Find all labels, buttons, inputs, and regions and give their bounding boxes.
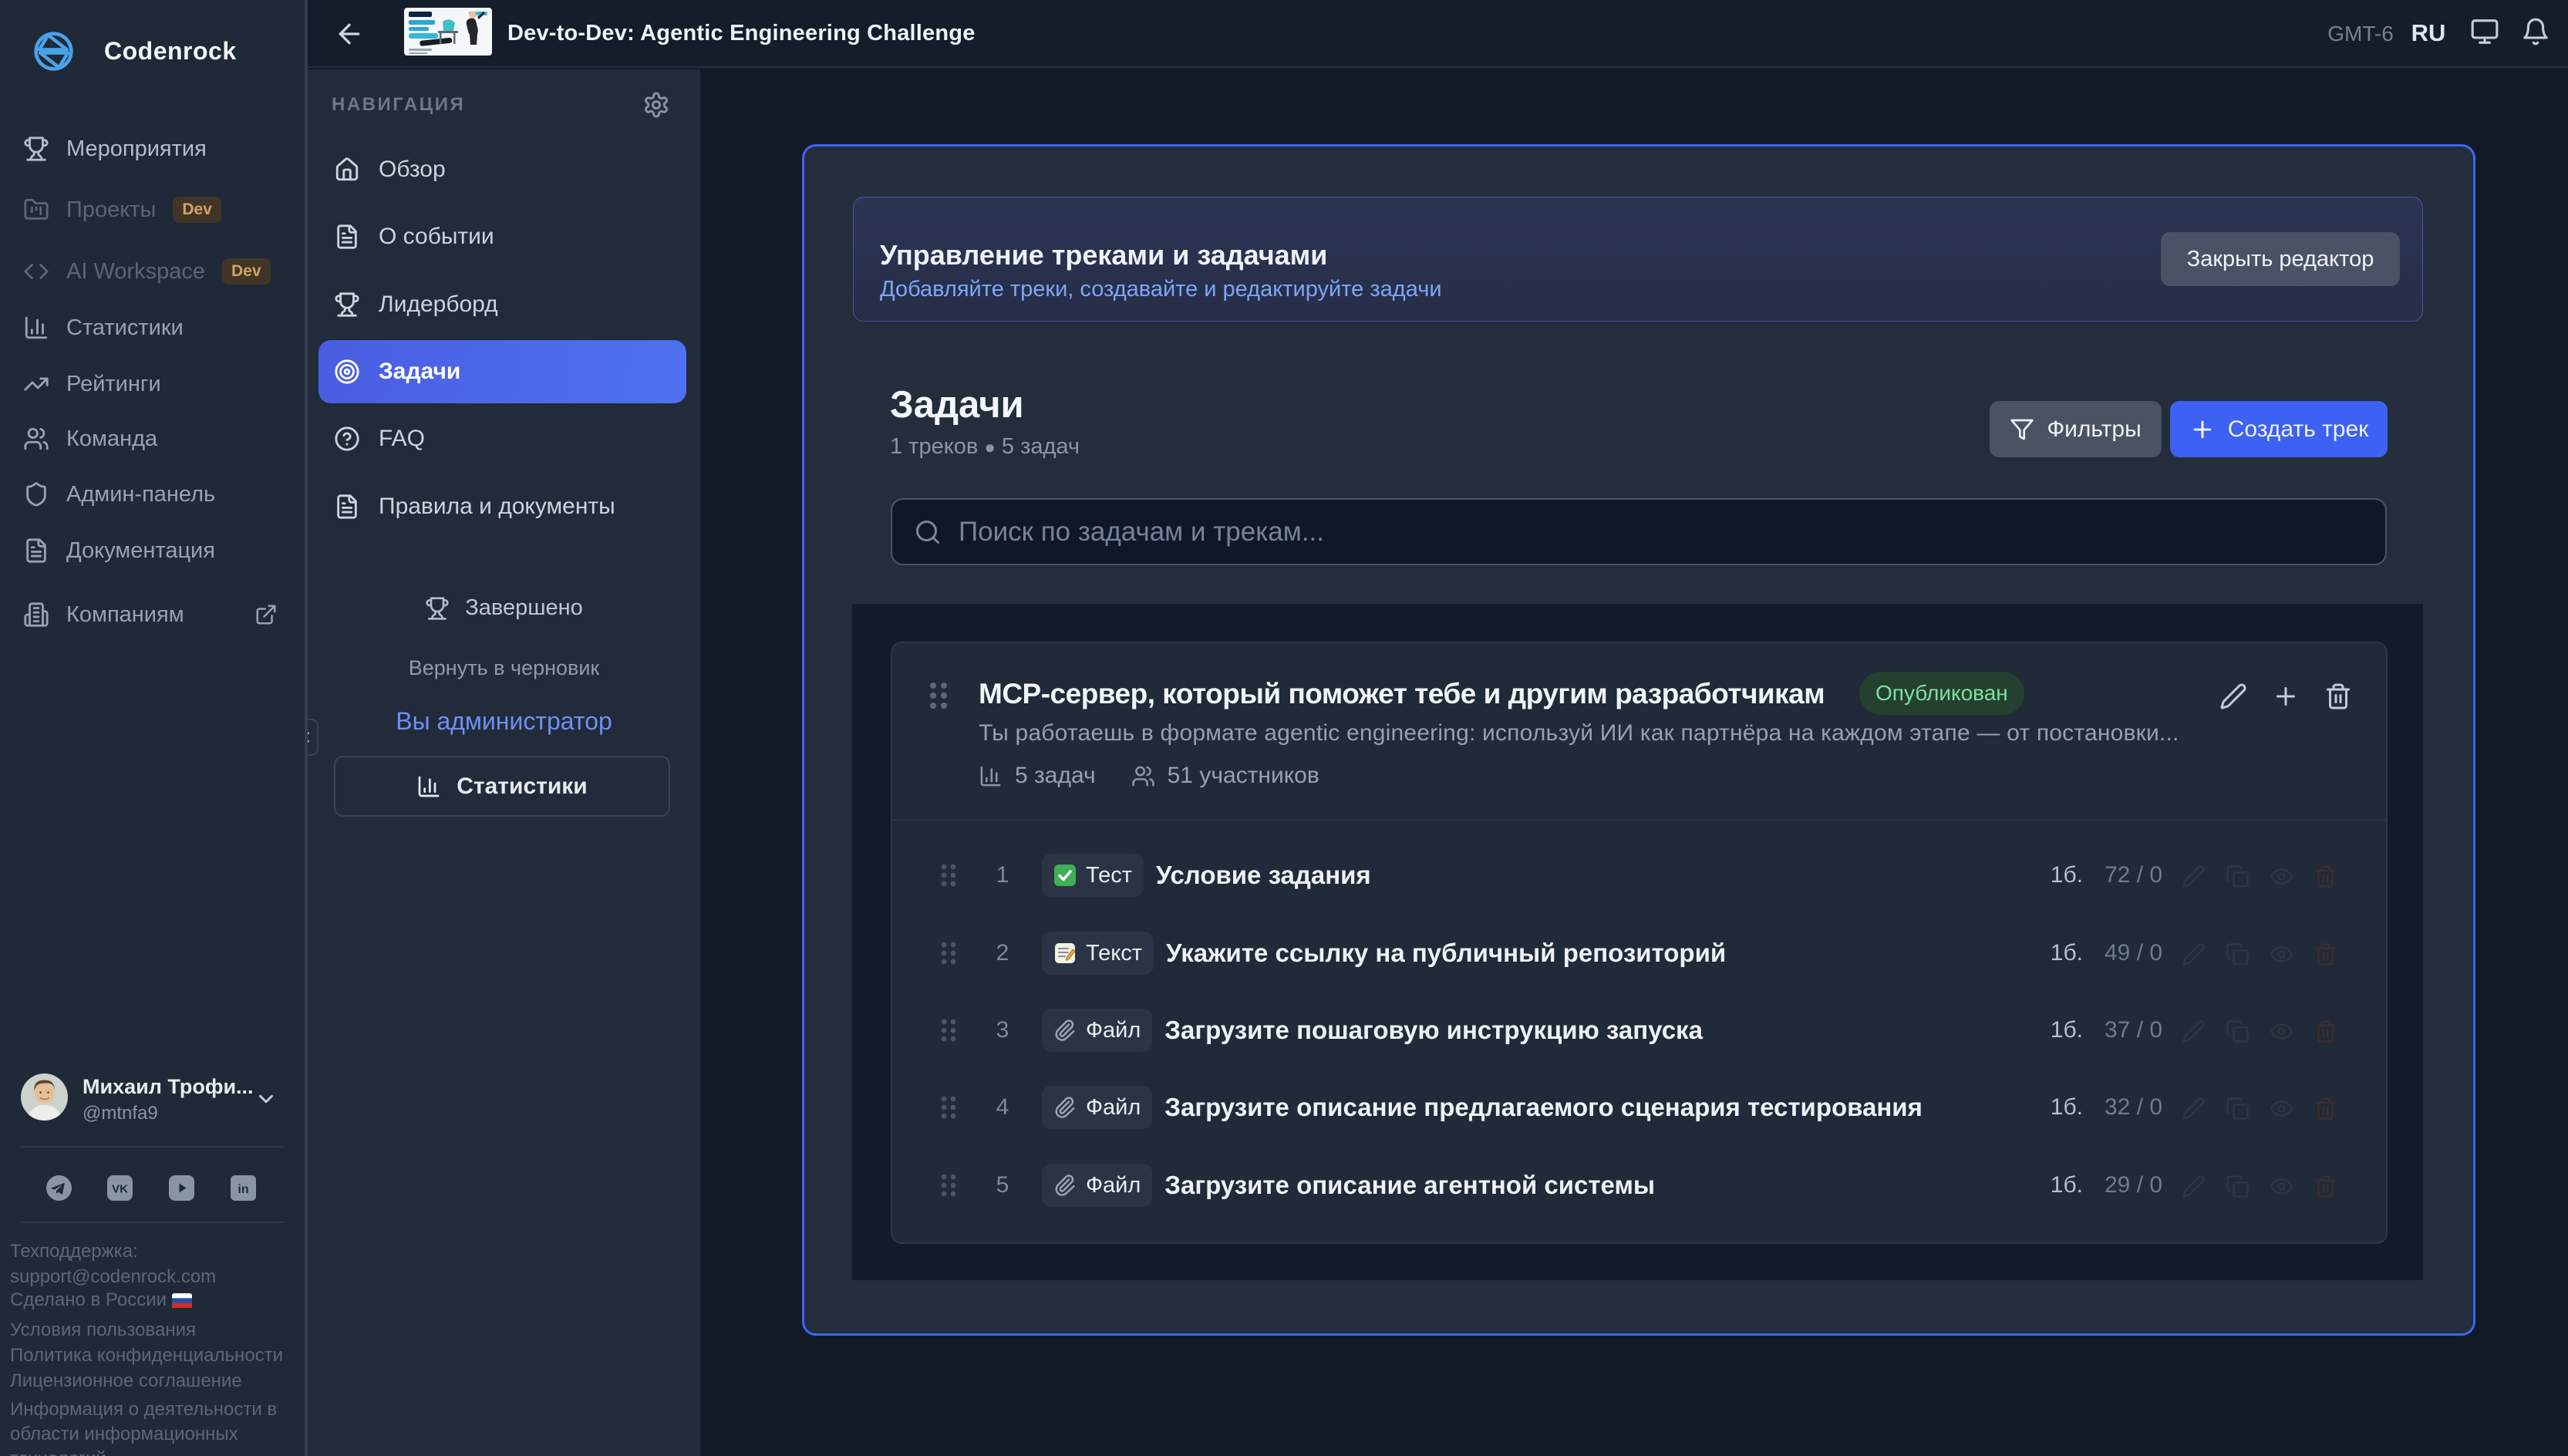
svg-text:VK: VK [112, 1183, 128, 1196]
svg-text:in: in [238, 1183, 248, 1196]
